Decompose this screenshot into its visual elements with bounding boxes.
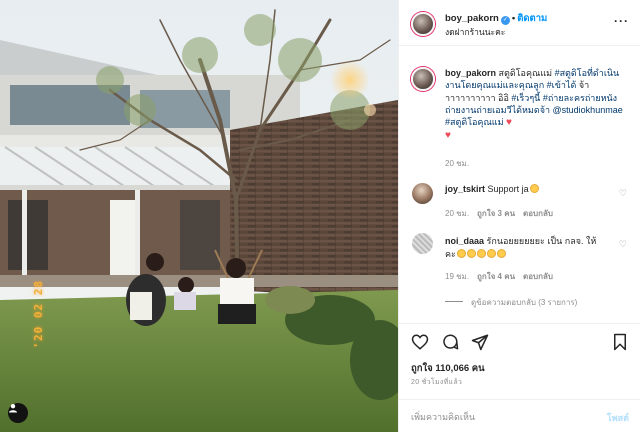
commenter-avatar[interactable] [412,183,433,204]
comment-time[interactable]: 20 ชม. [445,209,469,218]
user-icon [9,404,17,413]
caption-username[interactable]: boy_pakorn [445,68,496,78]
red-heart-icon: ♥ [506,117,512,129]
hashtag[interactable]: #เข้าได้ [544,80,577,90]
post-time-ago[interactable]: 20 ชั่วโมงที่แล้ว [411,377,462,388]
verified-badge-icon: ✓ [500,16,510,25]
like-heart-icon[interactable] [411,333,429,351]
more-options-icon[interactable]: ··· [614,14,629,28]
tagged-people-button[interactable] [8,403,28,423]
post-location[interactable]: งดฝากร้านนะคะ [445,25,505,39]
follow-button[interactable]: ติดตาม [517,13,547,24]
view-replies-button[interactable]: ดูข้อความตอบกลับ (3 รายการ) [445,296,577,309]
comment-icon[interactable] [441,333,459,351]
mention-link[interactable]: @studiokhunmae [550,105,623,115]
caption-body: สตูดิโอคุณแม่ [498,68,555,78]
comment-meta: 20 ชม. ถูกใจ 3 คน ตอบกลับ [445,207,561,220]
photo-scene [0,0,398,432]
comment-body: Support ja [487,184,529,194]
comment-likes[interactable]: ถูกใจ 3 คน [477,209,515,218]
comment-like-heart-icon[interactable]: ♡ [619,188,627,199]
comment-likes[interactable]: ถูกใจ 4 คน [477,272,515,281]
emoji-icon [496,249,506,258]
author-line: boy_pakorn ✓ • ติดตาม [445,11,547,26]
caption-meta: 20 ชม. [445,157,477,170]
bookmark-icon[interactable] [611,333,629,351]
commenter-username[interactable]: noi_daaa [445,236,484,246]
likes-count[interactable]: ถูกใจ 110,066 คน [411,361,485,376]
emoji-icon [476,249,486,258]
commenter-username[interactable]: joy_tskirt [445,184,485,194]
share-icon[interactable] [471,333,489,351]
post-photo[interactable]: '20 02 28 [0,0,398,432]
comment-like-heart-icon[interactable]: ♡ [619,239,627,250]
comment-text: noi_daaa รักนอยยยยยยะ เป็น กลจ. ให้คะ [445,235,605,261]
hashtag[interactable]: #สตูดิโอคุณแม่ [445,117,504,127]
comments-list[interactable]: boy_pakorn สตูดิโอคุณแม่ #สตูดิโอที่ดำเน… [399,47,640,323]
separator-dot: • [511,13,516,24]
emoji-icon [466,249,476,258]
post-actions: ถูกใจ 110,066 คน 20 ชั่วโมงที่แล้ว [399,323,640,399]
post-header: boy_pakorn ✓ • ติดตาม งดฝากร้านนะคะ ··· [399,0,640,46]
emoji-icon [486,249,496,258]
hashtag[interactable]: #เร็วๆนี้ [511,93,540,103]
author-username[interactable]: boy_pakorn [445,13,499,24]
caption-text: boy_pakorn สตูดิโอคุณแม่ #สตูดิโอที่ดำเน… [445,67,625,143]
comment-input[interactable] [411,409,591,425]
comment-meta: 19 ชม. ถูกใจ 4 คน ตอบกลับ [445,270,561,283]
emoji-icon [456,249,466,258]
view-replies-label: ดูข้อความตอบกลับ (3 รายการ) [471,298,578,307]
reply-button[interactable]: ตอบกลับ [523,209,553,218]
caption-time[interactable]: 20 ชม. [445,159,469,168]
photo-date-stamp: '20 02 28 [32,280,45,349]
comment-time[interactable]: 19 ชม. [445,272,469,281]
reply-button[interactable]: ตอบกลับ [523,272,553,281]
post-comment-button[interactable]: โพสต์ [607,411,629,425]
emoji-icon [529,184,539,193]
author-avatar[interactable] [411,12,435,36]
add-comment-bar: โพสต์ [399,399,640,432]
comment-text: joy_tskirt Support ja [445,184,539,194]
red-heart-icon: ♥ [445,130,451,142]
caption-avatar[interactable] [411,67,435,91]
replies-divider [445,301,463,302]
post-side-panel: boy_pakorn ✓ • ติดตาม งดฝากร้านนะคะ ··· boy… [398,0,640,432]
commenter-avatar[interactable] [412,233,433,254]
